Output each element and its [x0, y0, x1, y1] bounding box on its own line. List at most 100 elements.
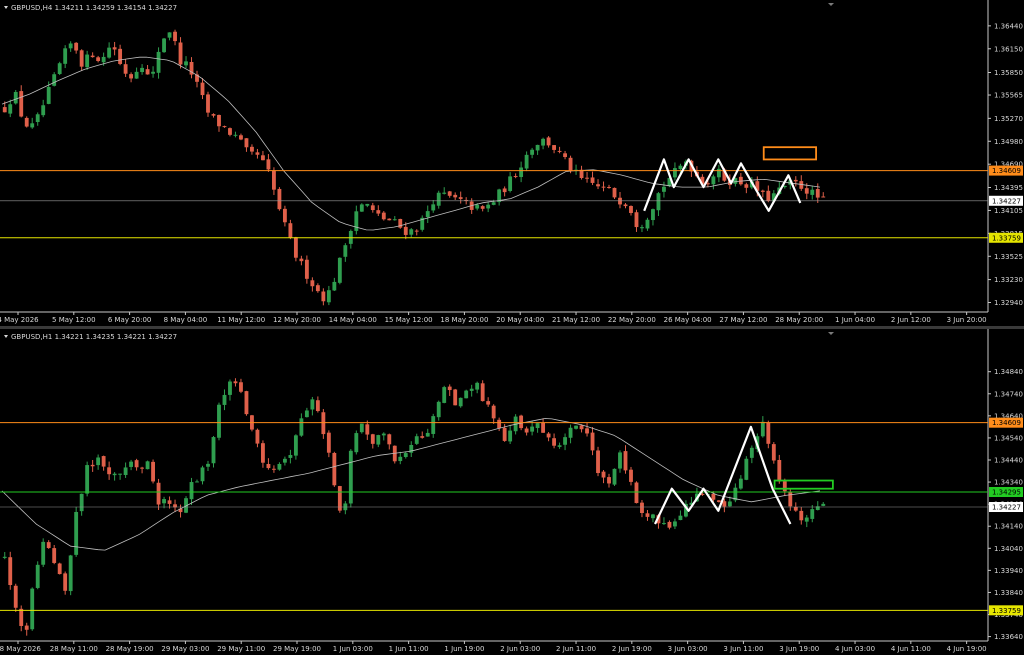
- candle-body: [24, 625, 29, 630]
- candle-body: [662, 186, 666, 192]
- candle-body: [425, 432, 430, 437]
- gbpusd-h4-chart-svg[interactable]: GBPUSD,H4 1.34211 1.34259 1.34154 1.3422…: [0, 0, 1024, 326]
- candle-body: [145, 69, 150, 75]
- candle-body: [167, 500, 172, 504]
- candle-body: [793, 179, 798, 182]
- candle-body: [403, 453, 408, 457]
- candle-body: [354, 211, 359, 231]
- candle-body: [255, 152, 260, 155]
- candle-body: [195, 481, 199, 483]
- target-zone-box: [762, 146, 817, 161]
- candle-body: [162, 499, 166, 504]
- y-tick-label: 1.34340: [994, 479, 1023, 487]
- y-tick-label: 1.35565: [994, 92, 1023, 100]
- candle-body: [107, 467, 112, 475]
- candle-body: [414, 230, 419, 232]
- candle-body: [299, 258, 304, 262]
- candle-body: [782, 481, 787, 492]
- candle-body: [184, 61, 188, 66]
- x-tick-label: 4 Jun 19:00: [947, 645, 987, 653]
- candle-body: [189, 482, 194, 500]
- candle-body: [348, 450, 353, 504]
- candle-body: [57, 63, 62, 74]
- candle-body: [793, 506, 798, 511]
- candle-body: [502, 427, 507, 441]
- candle-body: [63, 573, 68, 591]
- chart-menu-arrow-icon: [4, 6, 8, 9]
- candle-body: [524, 428, 529, 433]
- x-tick-label: 18 May 20:00: [440, 316, 488, 324]
- candle-body: [271, 170, 276, 190]
- candle-body: [96, 57, 101, 62]
- candle-body: [46, 542, 51, 548]
- candle-body: [464, 390, 469, 399]
- x-tick-label: 20 May 04:00: [496, 316, 544, 324]
- candle-body: [673, 168, 677, 178]
- candle-body: [414, 436, 419, 444]
- level-price-label: 1.34295: [992, 489, 1021, 497]
- candle-body: [810, 509, 815, 519]
- candle-body: [596, 450, 600, 474]
- y-tick-label: 1.33230: [994, 276, 1023, 284]
- candle-body: [766, 190, 771, 201]
- candle-body: [173, 31, 177, 42]
- candle-body: [552, 145, 557, 150]
- x-tick-label: 1 Jun 04:00: [835, 316, 875, 324]
- candle-body: [217, 404, 221, 438]
- y-tick-label: 1.34740: [994, 390, 1023, 398]
- candle-body: [491, 405, 496, 419]
- gbpusd-h1-chart[interactable]: GBPUSD,H1 1.34221 1.34235 1.34221 1.3422…: [0, 329, 1024, 655]
- candle-body: [365, 424, 370, 435]
- candle-body: [261, 443, 265, 463]
- candle-body: [557, 150, 562, 152]
- y-tick-label: 1.34840: [994, 368, 1023, 376]
- candle-body: [590, 177, 595, 183]
- candle-body: [722, 501, 727, 507]
- candle-body: [57, 563, 62, 575]
- y-tick-label: 1.34980: [994, 138, 1023, 146]
- x-tick-label: 4 May 2026: [0, 316, 39, 324]
- candle-body: [585, 177, 589, 179]
- candle-body: [337, 257, 342, 283]
- candle-body: [508, 176, 513, 191]
- candle-body: [282, 208, 287, 223]
- candle-body: [134, 460, 139, 468]
- moving-average-line: [1, 418, 821, 551]
- candle-body: [815, 189, 820, 198]
- level-price-label: 1.34609: [992, 419, 1021, 427]
- candle-body: [326, 432, 331, 453]
- candle-body: [13, 585, 18, 608]
- x-tick-label: 5 May 12:00: [52, 316, 96, 324]
- candle-body: [607, 186, 611, 188]
- candle-body: [546, 137, 551, 146]
- candle-body: [129, 461, 134, 467]
- candle-body: [744, 458, 749, 480]
- scroll-marker-icon: [828, 3, 834, 6]
- gbpusd-h4-chart[interactable]: GBPUSD,H4 1.34211 1.34259 1.34154 1.3422…: [0, 0, 1024, 326]
- x-tick-label: 22 May 20:00: [608, 316, 656, 324]
- candle-body: [74, 511, 79, 555]
- candle-body: [244, 138, 249, 148]
- candle-body: [601, 471, 606, 478]
- candle-body: [206, 463, 210, 467]
- x-tick-label: 3 Jun 11:00: [723, 645, 763, 653]
- x-tick-label: 6 May 20:00: [108, 316, 152, 324]
- candle-body: [618, 197, 622, 205]
- y-tick-label: 1.33840: [994, 589, 1023, 597]
- candle-body: [151, 461, 155, 482]
- candle-body: [370, 205, 375, 211]
- candle-body: [315, 285, 320, 292]
- gbpusd-h1-chart-svg[interactable]: GBPUSD,H1 1.34221 1.34235 1.34221 1.3422…: [0, 329, 1024, 655]
- candle-body: [546, 433, 551, 438]
- candle-body: [222, 394, 227, 405]
- candle-body: [101, 56, 106, 63]
- candle-body: [486, 204, 491, 209]
- candle-body: [156, 482, 161, 505]
- candle-body: [431, 416, 436, 434]
- candle-body: [799, 510, 804, 521]
- candle-body: [156, 51, 161, 73]
- candle-body: [35, 114, 40, 123]
- candle-body: [634, 482, 639, 504]
- candle-body: [321, 291, 326, 302]
- candle-body: [222, 126, 227, 128]
